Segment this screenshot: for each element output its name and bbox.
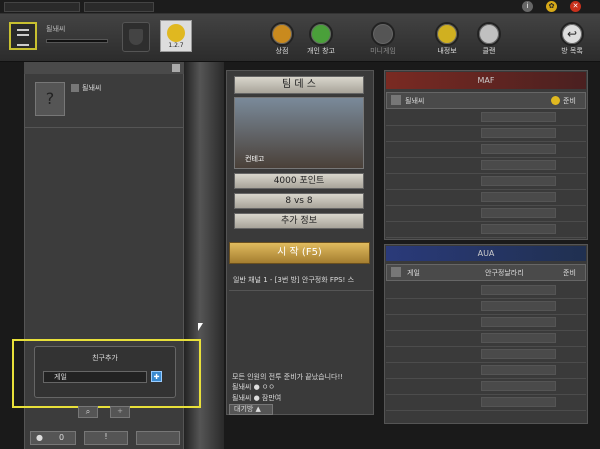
extra-info-button[interactable]: 추가 정보 [234, 213, 364, 229]
add-user-icon: + [117, 407, 123, 415]
confirm-add-button[interactable]: ✚ [151, 371, 162, 382]
start-button[interactable]: 시 작 (F5) [229, 242, 370, 264]
friend-name-input[interactable]: 게일 [43, 371, 147, 383]
myinfo-icon [435, 22, 459, 46]
search-friend-button[interactable]: ⌕ [78, 406, 98, 418]
top-slot-1 [4, 2, 80, 12]
room-info-text: 일반 채널 1 - [3번 방] 안구정화 FPS! 스 [233, 276, 355, 284]
chat-divider [229, 290, 374, 291]
menu-button[interactable] [9, 22, 37, 50]
users-icon: ● [36, 433, 43, 442]
team-a-header: MAF [386, 72, 586, 89]
team-b-header: AUA [386, 246, 586, 261]
settings-icon[interactable]: ✿ [546, 1, 557, 12]
minimize-icon[interactable] [172, 64, 180, 72]
rank-icon [391, 95, 401, 105]
close-icon[interactable]: ✕ [570, 1, 581, 12]
minigame-icon [371, 22, 395, 46]
exp-bar [46, 39, 108, 43]
extra-button[interactable] [136, 431, 180, 445]
map-preview[interactable]: 컨테고 [234, 97, 364, 169]
team-a-player-row[interactable]: 될놰씨 준비 [386, 92, 586, 109]
clover-icon [167, 24, 185, 42]
storage-icon [309, 22, 333, 46]
rank-icon [391, 267, 401, 277]
ready-icon [551, 96, 560, 105]
top-slot-2 [84, 2, 154, 12]
chat-line-1: 될놰씨 ● ㅇㅇ [232, 383, 275, 391]
player-nickname: 될놰씨 [46, 25, 66, 33]
shield-icon [129, 29, 143, 45]
chat-line-2: 될놰씨 ● 잠만여 [232, 394, 282, 402]
shop-icon [270, 22, 294, 46]
back-to-room-list[interactable]: ↩ 방 목록 [544, 22, 600, 56]
friend-row[interactable]: ? 될놰씨 [24, 74, 184, 128]
chat-tab[interactable]: 대기방 ▲ [229, 404, 273, 415]
team-a-slots [386, 110, 586, 238]
friend-count-button[interactable]: ● 0 [30, 431, 76, 445]
search-icon: ⌕ [85, 407, 91, 416]
team-b-slots [386, 283, 586, 411]
add-friend-title: 친구추가 [92, 354, 118, 362]
nav-clan[interactable]: 클랜 [461, 22, 517, 56]
friend-panel-header [24, 62, 184, 74]
alert-button[interactable]: ! [84, 431, 128, 445]
system-message: 모든 인원의 전투 준비가 끝났습니다!! [232, 373, 344, 381]
unknown-avatar-icon: ? [35, 82, 65, 116]
list-icon [17, 29, 29, 36]
nav-storage[interactable]: 개인 창고 [293, 22, 349, 56]
info-icon[interactable]: i [522, 1, 533, 12]
players-select[interactable]: 8 vs 8 [234, 193, 364, 209]
clan-icon [477, 22, 501, 46]
add-friend-button[interactable]: + [110, 406, 130, 418]
speech-icon: ● [253, 383, 260, 391]
team-b-player-row[interactable]: 게일 안구정날라리 준비 [386, 264, 586, 281]
rank-badge: 1.2.7 [160, 20, 192, 52]
nav-minigame[interactable]: 미니게임 [355, 22, 411, 56]
rank-icon [71, 84, 79, 92]
cursor-icon [198, 323, 203, 331]
clan-emblem-slot [122, 22, 150, 52]
points-select[interactable]: 4000 포인트 [234, 173, 364, 189]
game-mode-select[interactable]: 팀 데 스 [234, 76, 364, 94]
return-arrow-icon: ↩ [560, 22, 584, 46]
speech-icon: ● [253, 394, 260, 402]
